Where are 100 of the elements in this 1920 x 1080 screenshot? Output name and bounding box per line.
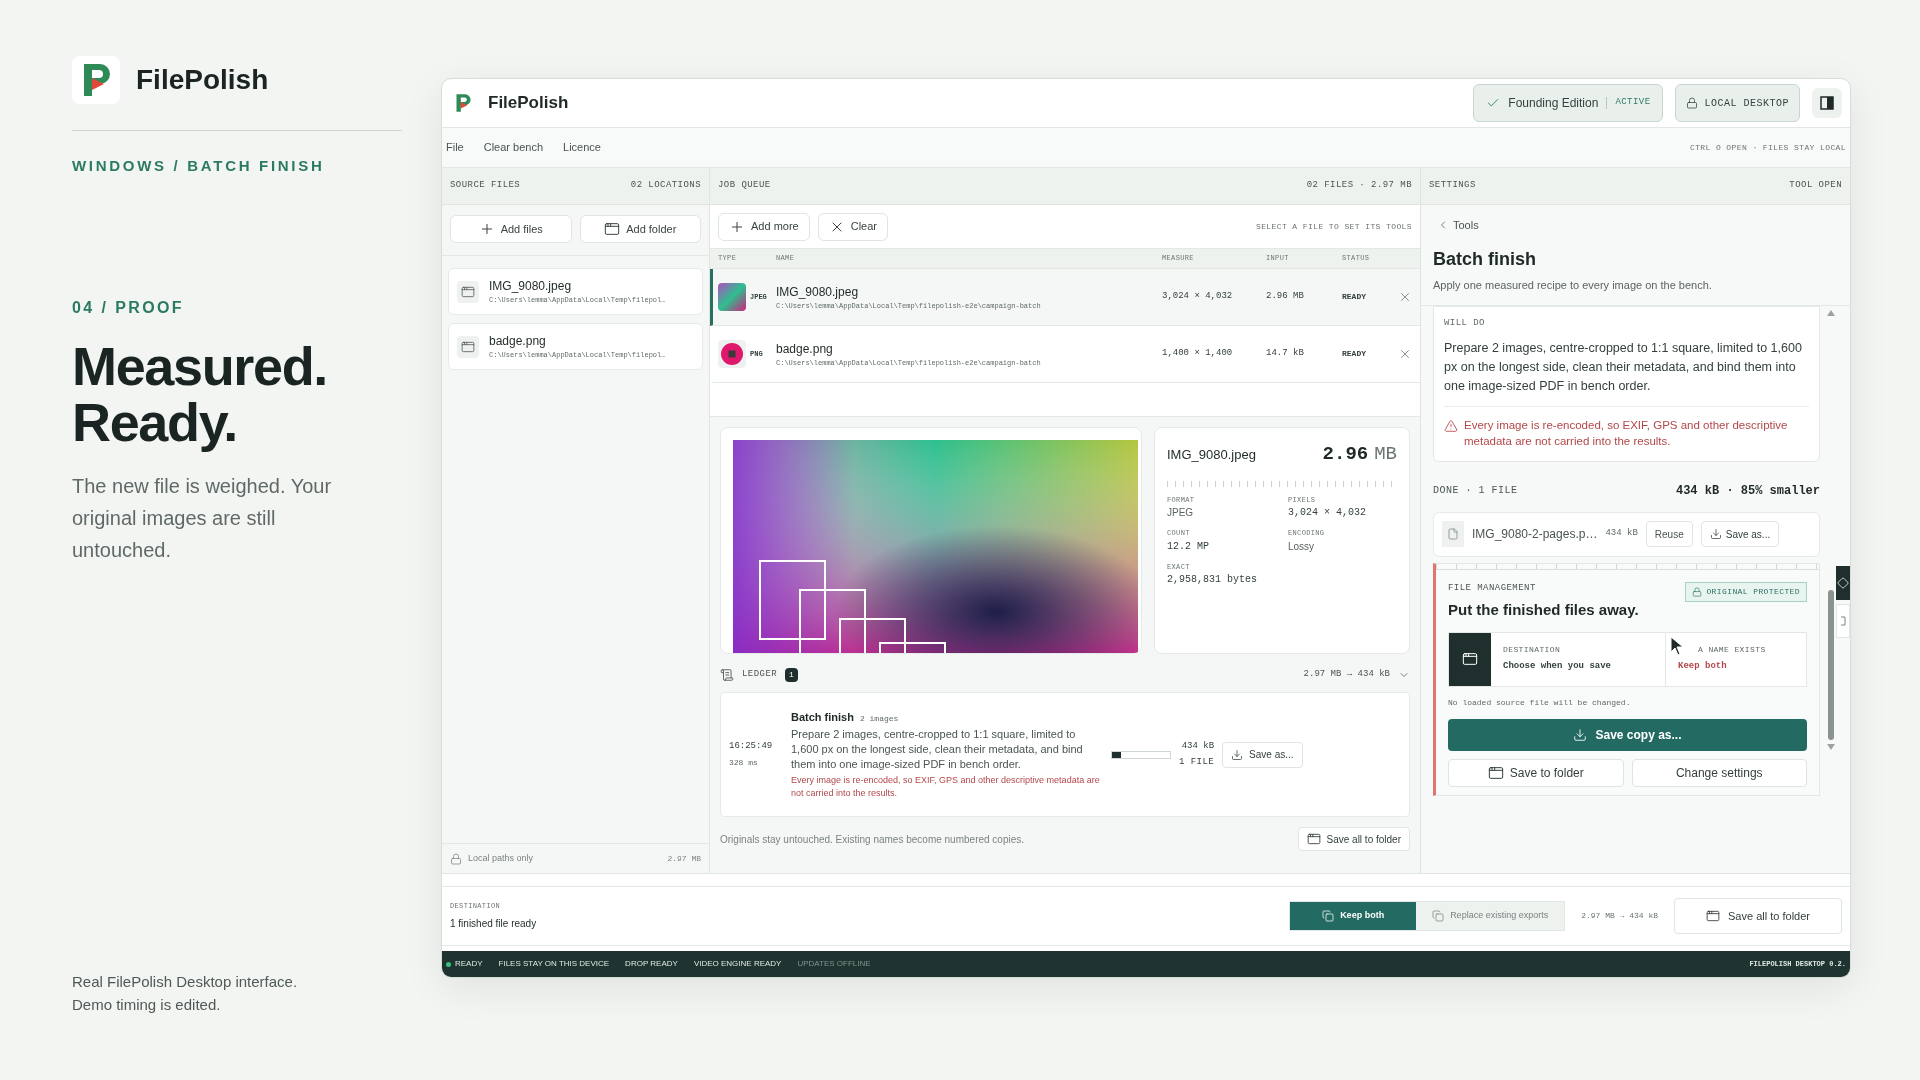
conflict-option[interactable]: Replace existing exports (1416, 902, 1565, 930)
warning-text: Every image is re-encoded, so EXIF, GPS and other descriptive metadata are not carried into the results. (1464, 417, 1789, 449)
ledger-icon (720, 668, 734, 682)
input-size: 2.96 MB (1266, 290, 1305, 304)
save-all-button[interactable]: Save all to folder (1297, 827, 1410, 851)
status-item: UPDATES OFFLINE (797, 958, 871, 970)
input-size: 14.7 kB (1266, 347, 1305, 361)
entry-text: Prepare 2 images, centre-cropped to 1:1 square, limited to 1,600 px on the longest side, clean their metadata, and bind them into one image-sized PDF in bench order. (791, 727, 1084, 773)
secondary-button[interactable]: Change settings (1631, 758, 1807, 787)
tool-subtitle: Apply one measured recipe to every image on the bench. (1433, 277, 1713, 293)
download-icon (1709, 528, 1722, 540)
file-name: badge.png (489, 333, 547, 351)
save-all-button[interactable]: Save all to folder (1674, 898, 1842, 934)
status-label: READY (1342, 348, 1367, 360)
copy-icon (1322, 910, 1335, 922)
reuse-button[interactable]: Reuse (1645, 521, 1693, 547)
copy-icon (1432, 910, 1445, 922)
warning-icon (1444, 418, 1458, 433)
panel-count: 02 LOCATIONS (630, 179, 701, 193)
add-button[interactable]: Add folder (579, 215, 701, 243)
ledger-title: LEDGER (742, 668, 778, 682)
save-as-button[interactable]: Save as... (1700, 521, 1780, 547)
secondary-button[interactable]: Save to folder (1448, 758, 1624, 787)
card-label: WILL DO (1444, 317, 1486, 330)
card-label: FILE MANAGEMENT (1448, 581, 1537, 595)
field-value: JPEG (1167, 506, 1195, 520)
field-value: 2,958,831 bytes (1167, 573, 1258, 587)
footer-label: Local paths only (468, 851, 534, 865)
file-size: 434 kB (1605, 527, 1638, 541)
panel-title: SETTINGS (1429, 179, 1476, 193)
size-unit: MB (1374, 442, 1397, 467)
back-link[interactable]: Tools (1433, 217, 1479, 234)
destination-value: 1 finished file ready (450, 916, 537, 931)
bracket-icon (1840, 616, 1846, 626)
side-tab[interactable] (1836, 604, 1850, 638)
tool-heading: Batch finish (1433, 247, 1537, 271)
measure-value: 1,400 × 1,400 (1162, 347, 1234, 361)
logo-icon (72, 56, 120, 104)
active-tag: ACTIVE (1615, 96, 1651, 110)
exists-value: Keep both (1678, 660, 1728, 674)
entry-time: 16:25:49 (729, 739, 774, 753)
intro-text: The new file is weighed. Your original images are still untouched. (72, 473, 333, 563)
ledger-summary: 2.97 MB → 434 kB (1303, 668, 1390, 682)
download-icon (1573, 727, 1588, 742)
check-icon (1486, 96, 1501, 110)
file-count: 1 FILE (1179, 755, 1215, 769)
file-name: IMG_9080-2-pages.p… (1472, 526, 1598, 543)
edition-label: Founding Edition (1508, 95, 1599, 112)
save-as-button[interactable]: Save as... (1222, 741, 1303, 768)
entry-meta: 2 images (859, 712, 899, 725)
mode-button[interactable]: LOCAL DESKTOP (1675, 84, 1800, 122)
queue-hint: SELECT A FILE TO SET ITS TOOLS (1255, 220, 1412, 233)
file-name: IMG_9080.jpeg (776, 283, 860, 301)
entry-warning: Every image is re-encoded, so EXIF, GPS and other descriptive metadata are not carried into the results. (791, 774, 1101, 801)
field-value: 12.2 MP (1167, 539, 1210, 554)
field-value: 3,024 × 4,032 (1288, 506, 1367, 520)
brand-name: FilePolish (136, 63, 269, 97)
footnote: Real FilePolish Desktop interface. Demo timing is edited. (72, 972, 299, 1015)
will-do-text: Prepare 2 images, centre-cropped to 1:1 square, limited to 1,600 px on the longest side, clean their metadata, and bind them into one image-sized PDF in bench order. (1444, 339, 1803, 395)
panel-count: 02 FILES · 2.97 MB (1306, 179, 1412, 193)
eyebrow-label: 04 / PROOF (72, 297, 186, 318)
field-value: Lossy (1288, 539, 1316, 554)
exists-label: A NAME EXISTS (1697, 644, 1767, 657)
file-name: IMG_9080.jpeg (489, 278, 573, 296)
window-title: FilePolish (488, 92, 569, 115)
toolbar-button[interactable]: Clear (817, 212, 888, 241)
file-icon (1447, 528, 1459, 540)
ledger-note: Originals stay untouched. Existing names become numbered copies. (720, 832, 1025, 847)
lock-icon (1692, 586, 1703, 597)
theme-toggle[interactable] (1812, 88, 1842, 118)
entry-duration: 328 ms (729, 757, 759, 770)
status-item: VIDEO ENGINE READY (693, 958, 782, 970)
status-item: DROP READY (625, 958, 678, 970)
half-square-icon (1820, 96, 1834, 110)
download-icon (1231, 748, 1244, 761)
headline: Measured. Ready. (72, 337, 327, 450)
size-summary: 2.97 MB → 434 kB (1581, 910, 1658, 922)
save-copy-button[interactable]: Save copy as... (1448, 718, 1807, 751)
diamond-tab[interactable] (1836, 566, 1850, 600)
menu-item[interactable]: Licence (563, 139, 601, 156)
menu-item[interactable]: Clear bench (483, 139, 544, 156)
destination-value: Choose when you save (1503, 660, 1613, 674)
remove-icon[interactable] (1398, 347, 1412, 361)
scrollbar[interactable] (1827, 310, 1835, 750)
add-button[interactable]: Add files (450, 215, 572, 243)
section-label: WINDOWS / BATCH FINISH (72, 156, 326, 176)
lock-icon (1686, 97, 1699, 109)
footer-size: 2.97 MB (667, 852, 701, 865)
size-value: 2.96 (1322, 442, 1369, 467)
done-label: DONE · 1 FILE (1433, 484, 1518, 498)
status-item: FILES STAY ON THIS DEVICE (498, 958, 610, 970)
conflict-option[interactable]: Keep both (1290, 902, 1417, 930)
remove-icon[interactable] (1398, 290, 1412, 304)
toolbar-button[interactable]: Add more (718, 212, 810, 241)
protected-badge: ORIGINAL PROTECTED (1685, 581, 1807, 602)
menu-item[interactable]: File (446, 139, 464, 156)
edition-badge[interactable]: Founding Edition ACTIVE (1473, 84, 1664, 122)
ledger-count: 1 (785, 668, 798, 682)
card-heading: Put the finished files away. (1448, 600, 1639, 620)
panel-count: TOOL OPEN (1789, 179, 1842, 193)
